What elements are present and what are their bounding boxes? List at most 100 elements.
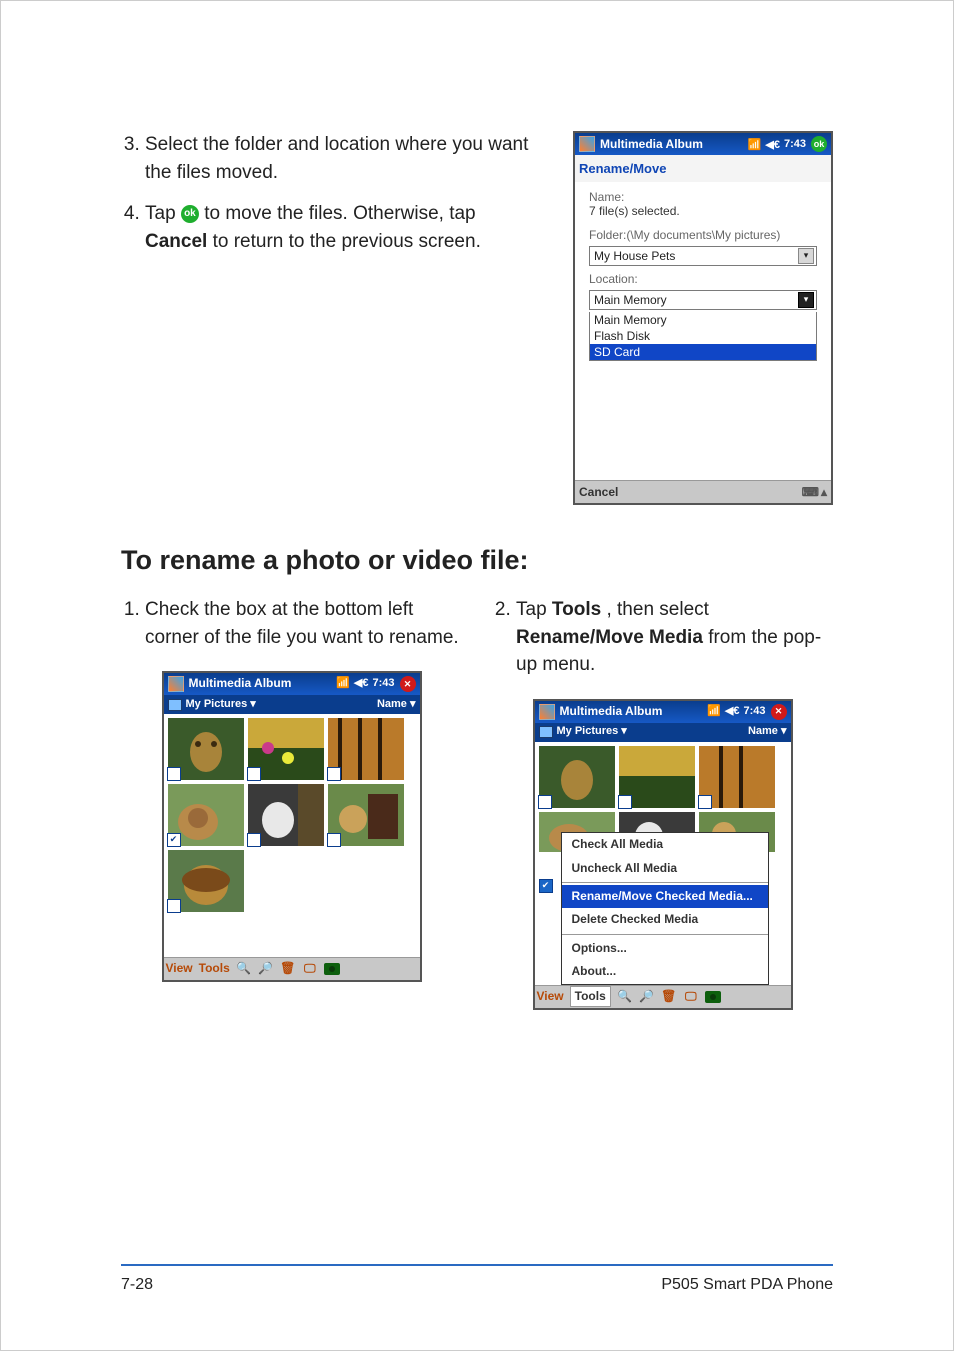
folder-icon — [539, 726, 553, 738]
ok-button[interactable]: ok — [811, 136, 827, 152]
page: Select the folder and location where you… — [0, 0, 954, 1351]
checkbox-icon[interactable] — [618, 795, 632, 809]
location-label: Location: — [589, 272, 817, 286]
instruction-step-3: Select the folder and location where you… — [145, 131, 543, 186]
page-number: 7-28 — [121, 1276, 153, 1294]
up-arrow-icon: ▴ — [821, 485, 827, 499]
rename-move-heading: Rename/Move — [575, 155, 831, 182]
location-select[interactable]: Main Memory ▾ — [589, 290, 817, 310]
thumbnail[interactable] — [328, 718, 404, 780]
menu-about[interactable]: About... — [562, 960, 768, 983]
app-title: Multimedia Album — [189, 675, 332, 692]
thumbnail[interactable] — [699, 746, 775, 808]
location-option-selected[interactable]: SD Card — [590, 344, 816, 360]
menu-separator — [562, 934, 768, 935]
menu-check-all[interactable]: Check All Media — [562, 833, 768, 856]
step-4-text-b: to move the files. Otherwise, tap — [204, 203, 475, 224]
step-1-text: Check the box at the bottom left corner … — [145, 599, 459, 648]
camera-icon[interactable] — [705, 989, 721, 1005]
instruction-step-2: Tap Tools , then select Rename/Move Medi… — [516, 596, 833, 679]
checkbox-icon[interactable] — [327, 833, 341, 847]
clock: 7:43 — [372, 676, 394, 692]
bottom-bar: Cancel ⌨ ▴ — [575, 480, 831, 503]
bottom-two-columns: Check the box at the bottom left corner … — [121, 596, 833, 1010]
checkbox-icon[interactable] — [247, 767, 261, 781]
checkbox-icon[interactable] — [327, 767, 341, 781]
thumbnail[interactable] — [248, 718, 324, 780]
location-options-list[interactable]: Main Memory Flash Disk SD Card — [589, 312, 817, 361]
close-button[interactable]: ✕ — [400, 676, 416, 692]
thumbnail[interactable]: ✔ — [168, 784, 244, 846]
folder-dropdown[interactable]: My Pictures ▾ — [557, 724, 627, 740]
menu-rename-move[interactable]: Rename/Move Checked Media... — [562, 885, 768, 908]
zoom-out-icon[interactable]: 🔎 — [258, 961, 274, 977]
step-4-text-c: to return to the previous screen. — [213, 231, 481, 252]
zoom-out-icon[interactable]: 🔎 — [639, 989, 655, 1005]
tools-menu[interactable]: Tools — [199, 960, 230, 977]
album-subbar: My Pictures ▾ Name ▾ — [164, 695, 420, 714]
sort-dropdown[interactable]: Name ▾ — [748, 724, 787, 740]
product-name: P505 Smart PDA Phone — [661, 1276, 833, 1294]
slideshow-icon[interactable]: 🖵 — [302, 961, 318, 977]
folder-dropdown[interactable]: My Pictures ▾ — [186, 697, 256, 713]
step-4-text-a: Tap — [145, 203, 181, 224]
rename-keyword: Rename/Move Media — [516, 627, 703, 648]
step-2-text-a: Tap — [516, 599, 552, 620]
screenshot-rename-move: Multimedia Album 📶 ◀€ 7:43 ok Rename/Mov… — [573, 131, 833, 505]
thumbnail[interactable] — [619, 746, 695, 808]
cancel-keyword: Cancel — [145, 231, 207, 252]
view-menu[interactable]: View — [166, 960, 193, 977]
name-value: 7 file(s) selected. — [589, 204, 817, 218]
checkbox-checked-icon[interactable]: ✔ — [539, 879, 553, 893]
thumbnail-grid: ✔ — [164, 714, 420, 957]
section-heading: To rename a photo or video file: — [121, 545, 833, 576]
view-menu[interactable]: View — [537, 988, 564, 1005]
folder-select[interactable]: My House Pets ▾ — [589, 246, 817, 266]
menu-uncheck-all[interactable]: Uncheck All Media — [562, 857, 768, 880]
app-icon — [168, 676, 184, 692]
thumbnail[interactable] — [539, 746, 615, 808]
checkbox-checked-icon[interactable]: ✔ — [167, 833, 181, 847]
folder-label: Folder:(\My documents\My pictures) — [589, 228, 817, 242]
menu-options[interactable]: Options... — [562, 937, 768, 960]
slideshow-icon[interactable]: 🖵 — [683, 989, 699, 1005]
clock: 7:43 — [784, 138, 806, 150]
camera-icon[interactable] — [324, 961, 340, 977]
checkbox-icon[interactable] — [167, 899, 181, 913]
delete-icon[interactable]: 🗑 — [280, 961, 296, 977]
sort-dropdown[interactable]: Name ▾ — [377, 697, 416, 713]
tools-menu-active[interactable]: Tools — [570, 986, 611, 1007]
zoom-in-icon[interactable]: 🔍 — [236, 961, 252, 977]
instruction-step-1: Check the box at the bottom left corner … — [145, 596, 462, 651]
app-title: Multimedia Album — [600, 137, 743, 151]
dropdown-arrow-icon[interactable]: ▾ — [798, 292, 814, 308]
zoom-in-icon[interactable]: 🔍 — [617, 989, 633, 1005]
delete-icon[interactable]: 🗑 — [661, 989, 677, 1005]
album-subbar: My Pictures ▾ Name ▾ — [535, 723, 791, 742]
thumbnail[interactable] — [248, 784, 324, 846]
checkbox-icon[interactable] — [538, 795, 552, 809]
status-area: 📶 ◀€ 7:43 — [336, 676, 394, 692]
dropdown-arrow-icon[interactable]: ▾ — [798, 248, 814, 264]
pda-title-bar: Multimedia Album 📶 ◀€ 7:43 ✕ — [164, 673, 420, 695]
screenshot-tools-menu: Multimedia Album 📶 ◀€ 7:43 ✕ My Pictures… — [533, 699, 793, 1010]
location-option[interactable]: Main Memory — [590, 312, 816, 328]
step-3-text: Select the folder and location where you… — [145, 134, 528, 183]
thumbnail[interactable] — [328, 784, 404, 846]
folder-selected: My House Pets — [594, 249, 675, 263]
screenshot-album-grid: Multimedia Album 📶 ◀€ 7:43 ✕ My Pictures… — [162, 671, 422, 982]
app-title: Multimedia Album — [560, 703, 703, 720]
cancel-button[interactable]: Cancel — [579, 485, 618, 499]
thumbnail[interactable] — [168, 850, 244, 912]
checkbox-icon[interactable] — [167, 767, 181, 781]
menu-delete[interactable]: Delete Checked Media — [562, 908, 768, 931]
step-2-text-b: , then select — [606, 599, 708, 620]
close-button[interactable]: ✕ — [771, 704, 787, 720]
checkbox-icon[interactable] — [698, 795, 712, 809]
thumbnail[interactable] — [168, 718, 244, 780]
checkbox-icon[interactable] — [247, 833, 261, 847]
pda-title-bar: Multimedia Album 📶 ◀€ 7:43 ok — [575, 133, 831, 155]
keyboard-toggle[interactable]: ⌨ ▴ — [802, 485, 827, 499]
location-option[interactable]: Flash Disk — [590, 328, 816, 344]
album-toolbar: View Tools 🔍 🔎 🗑 🖵 — [164, 957, 420, 980]
